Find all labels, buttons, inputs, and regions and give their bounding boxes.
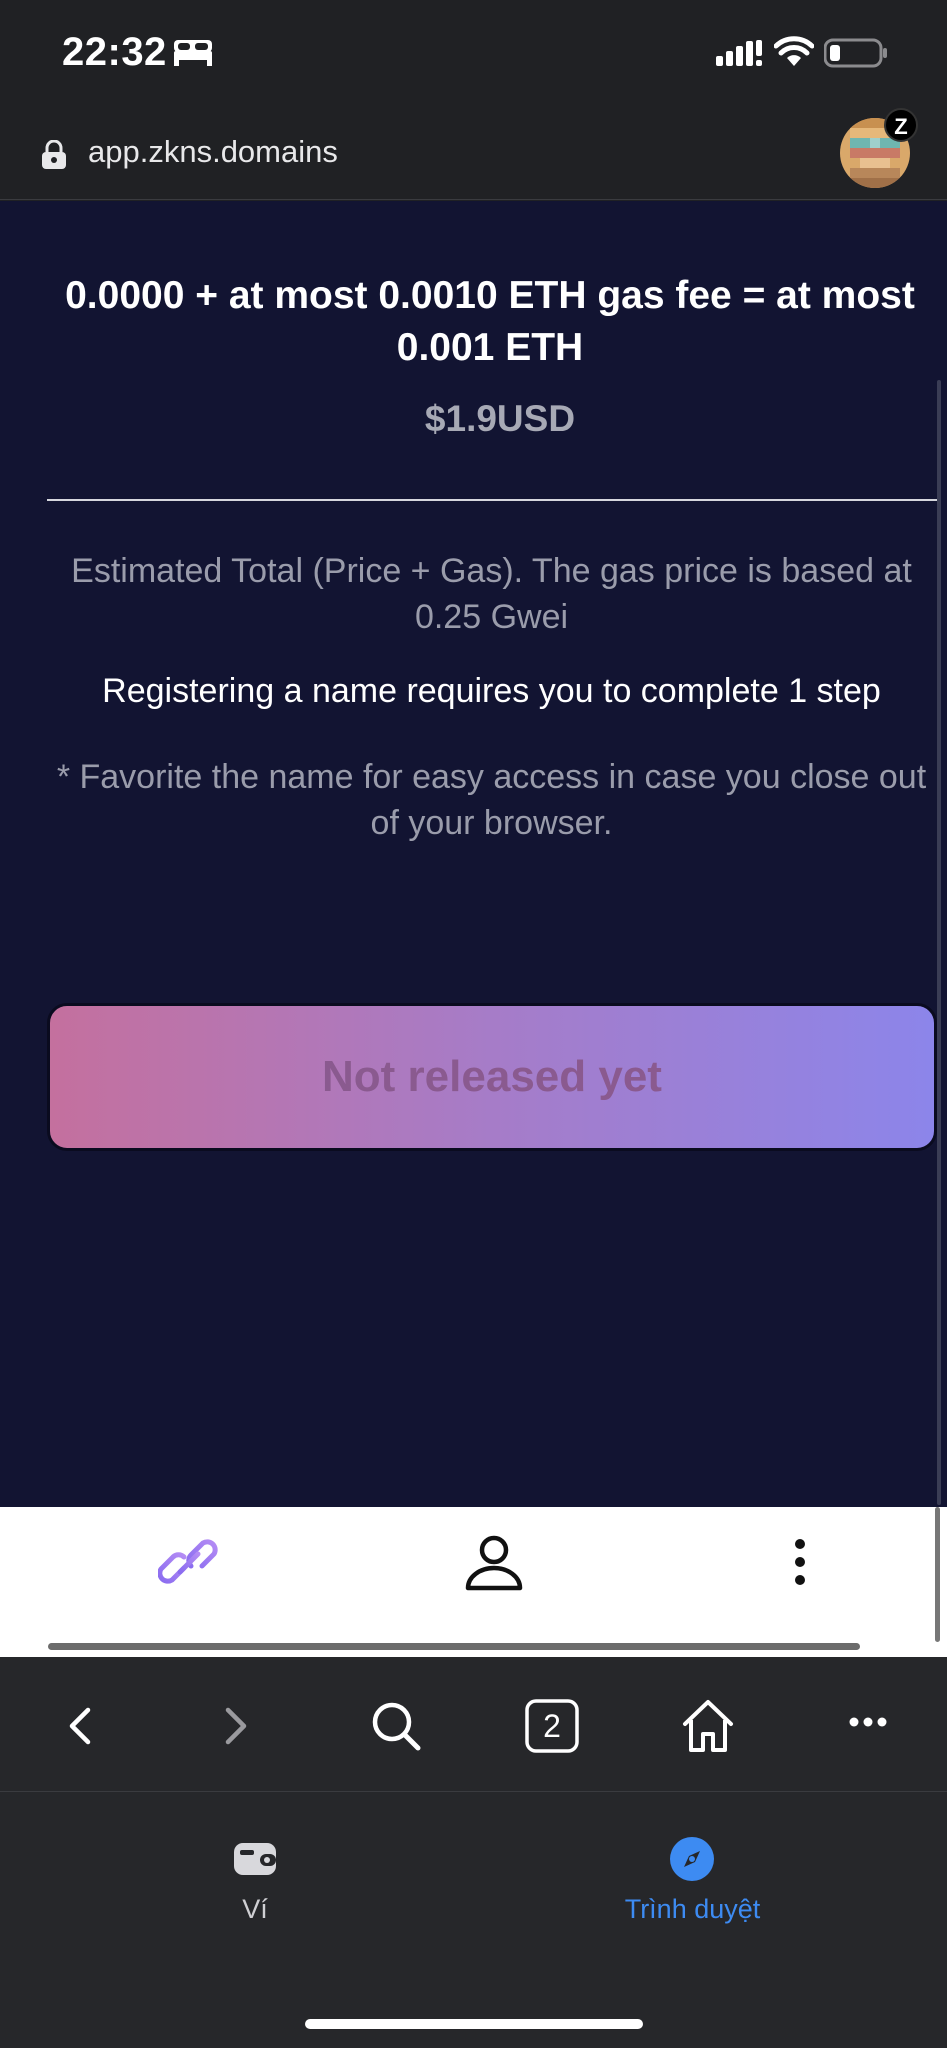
- more-vertical-icon[interactable]: [788, 1536, 812, 1593]
- steps-note: Registering a name requires you to compl…: [102, 672, 881, 710]
- not-released-button[interactable]: Not released yet: [47, 1003, 937, 1151]
- battery-icon: [823, 38, 888, 73]
- page-scroll-indicator: [48, 1643, 860, 1650]
- cellular-signal-icon: [716, 38, 764, 73]
- home-indicator[interactable]: [305, 2019, 643, 2029]
- home-icon[interactable]: [680, 1698, 736, 1759]
- divider: [47, 499, 937, 501]
- tab-browser[interactable]: Trình duyệt: [590, 1820, 795, 1940]
- compass-icon: [669, 1836, 715, 1887]
- browser-navigation-bar: [0, 1657, 947, 1792]
- profile-icon[interactable]: [464, 1532, 524, 1597]
- status-time: 22:32: [62, 30, 167, 74]
- registration-panel: [0, 201, 947, 1507]
- toolbar-scrollbar: [935, 1507, 940, 1642]
- link-icon[interactable]: [157, 1532, 220, 1599]
- url-text[interactable]: app.zkns.domains: [88, 134, 338, 170]
- back-icon[interactable]: [62, 1698, 98, 1759]
- tab-wallet[interactable]: Ví: [180, 1820, 330, 1940]
- tabs-icon[interactable]: 2: [524, 1698, 580, 1754]
- forward-icon[interactable]: [218, 1698, 254, 1759]
- lock-icon: [38, 139, 70, 175]
- tab-browser-label: Trình duyệt: [624, 1894, 761, 1924]
- tab-wallet-label: Ví: [242, 1894, 268, 1924]
- estimate-note: Estimated Total (Price + Gas). The gas p…: [71, 552, 912, 636]
- wallet-icon: [232, 1839, 278, 1882]
- avatar-badge: Z: [884, 108, 918, 142]
- sleep-mode-icon: [172, 36, 214, 73]
- bottom-tab-bar: [0, 1792, 947, 2048]
- fee-summary: 0.0000 + at most 0.0010 ETH gas fee = at…: [65, 274, 915, 369]
- usd-value: $1.9USD: [424, 398, 576, 439]
- search-icon[interactable]: [368, 1698, 424, 1759]
- more-horizontal-icon[interactable]: [848, 1710, 888, 1739]
- favorite-note: * Favorite the name for easy access in c…: [56, 758, 927, 842]
- tab-count: 2: [543, 1708, 561, 1744]
- wifi-icon: [773, 36, 815, 73]
